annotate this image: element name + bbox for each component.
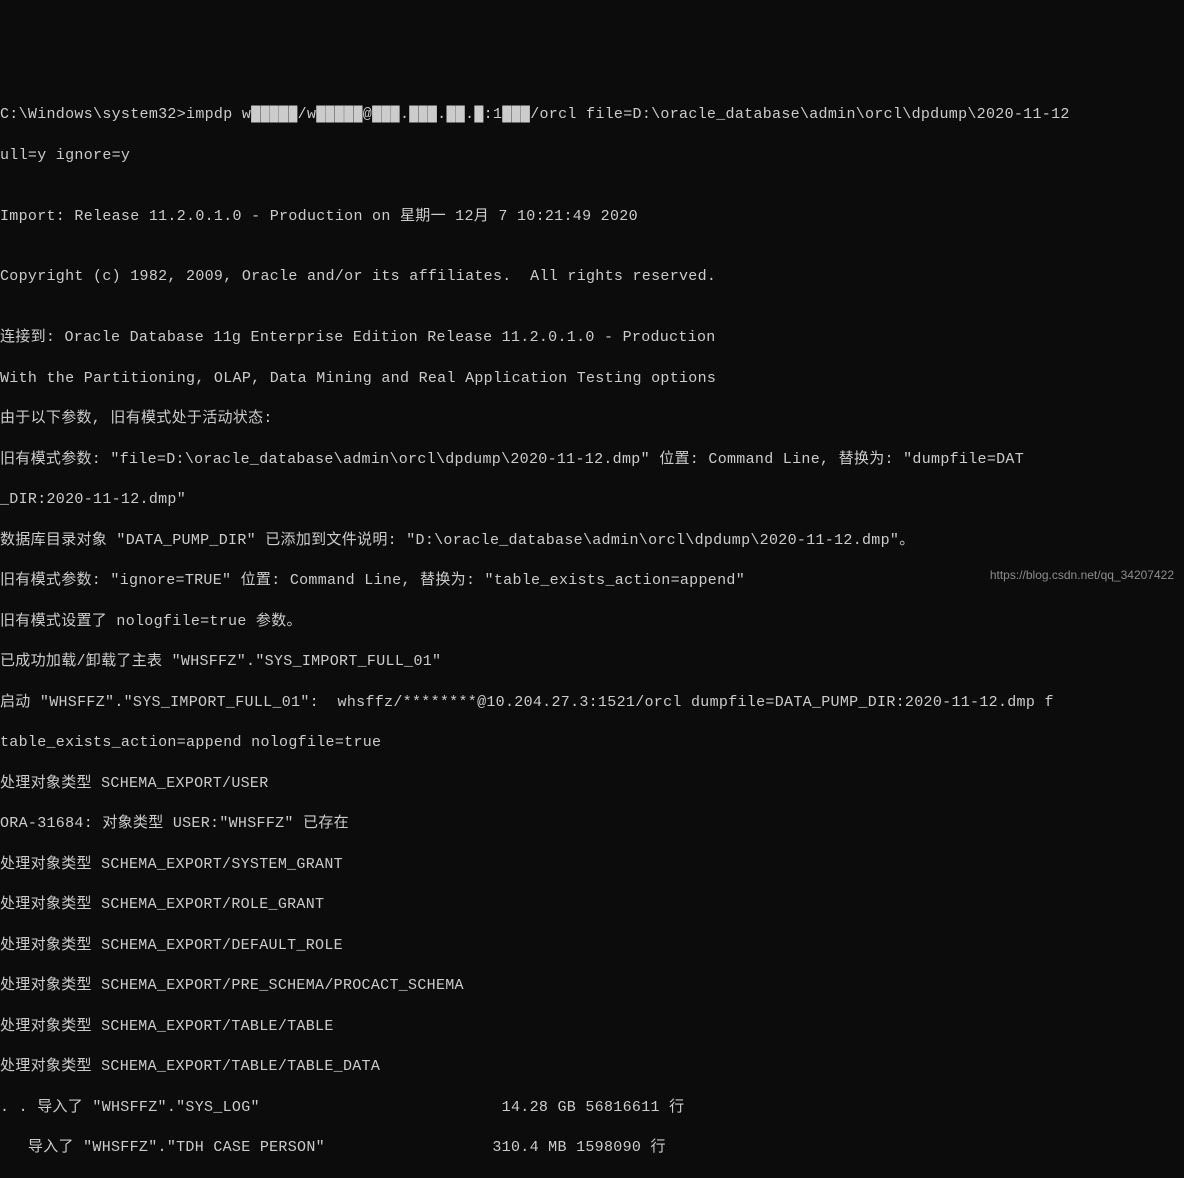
connected-line: 连接到: Oracle Database 11g Enterprise Edit… <box>0 328 1184 348</box>
table-exists-line: table_exists_action=append nologfile=tru… <box>0 733 1184 753</box>
process-procact-line: 处理对象类型 SCHEMA_EXPORT/PRE_SCHEMA/PROCACT_… <box>0 976 1184 996</box>
command-redacted: w█████/w█████@███.███.██.█:1███ <box>242 106 530 123</box>
prompt-line-2: ull=y ignore=y <box>0 146 1184 166</box>
copyright-line: Copyright (c) 1982, 2009, Oracle and/or … <box>0 267 1184 287</box>
process-rolegrant-line: 处理对象类型 SCHEMA_EXPORT/ROLE_GRANT <box>0 895 1184 915</box>
legacy-param-file-line: 旧有模式参数: "file=D:\oracle_database\admin\o… <box>0 450 1184 470</box>
prompt-line-1: C:\Windows\system32>impdp w█████/w█████@… <box>0 105 1184 125</box>
import-syslog-line: . . 导入了 "WHSFFZ"."SYS_LOG" 14.28 GB 5681… <box>0 1098 1184 1118</box>
command-suffix: /orcl file=D:\oracle_database\admin\orcl… <box>530 106 1069 123</box>
terminal-output[interactable]: C:\Windows\system32>impdp w█████/w█████@… <box>0 85 1184 1178</box>
process-tabledata-line: 处理对象类型 SCHEMA_EXPORT/TABLE/TABLE_DATA <box>0 1057 1184 1077</box>
import-tdh-line: 导入了 "WHSFFZ"."TDH CASE PERSON" 310.4 MB … <box>0 1138 1184 1158</box>
process-user-line: 处理对象类型 SCHEMA_EXPORT/USER <box>0 774 1184 794</box>
dir-continuation-line: _DIR:2020-11-12.dmp" <box>0 490 1184 510</box>
legacy-nolog-line: 旧有模式设置了 nologfile=true 参数。 <box>0 612 1184 632</box>
data-pump-dir-line: 数据库目录对象 "DATA_PUMP_DIR" 已添加到文件说明: "D:\or… <box>0 531 1184 551</box>
prompt-path: C:\Windows\system32> <box>0 106 186 123</box>
command-prefix: impdp <box>186 106 242 123</box>
watermark-text: https://blog.csdn.net/qq_34207422 <box>990 567 1174 583</box>
ora-error-line: ORA-31684: 对象类型 USER:"WHSFFZ" 已存在 <box>0 814 1184 834</box>
process-sysgrant-line: 处理对象类型 SCHEMA_EXPORT/SYSTEM_GRANT <box>0 855 1184 875</box>
import-release-line: Import: Release 11.2.0.1.0 - Production … <box>0 207 1184 227</box>
master-table-line: 已成功加载/卸载了主表 "WHSFFZ"."SYS_IMPORT_FULL_01… <box>0 652 1184 672</box>
process-defrole-line: 处理对象类型 SCHEMA_EXPORT/DEFAULT_ROLE <box>0 936 1184 956</box>
starting-job-line: 启动 "WHSFFZ"."SYS_IMPORT_FULL_01": whsffz… <box>0 693 1184 713</box>
legacy-mode-active-line: 由于以下参数, 旧有模式处于活动状态: <box>0 409 1184 429</box>
with-options-line: With the Partitioning, OLAP, Data Mining… <box>0 369 1184 389</box>
process-table-line: 处理对象类型 SCHEMA_EXPORT/TABLE/TABLE <box>0 1017 1184 1037</box>
